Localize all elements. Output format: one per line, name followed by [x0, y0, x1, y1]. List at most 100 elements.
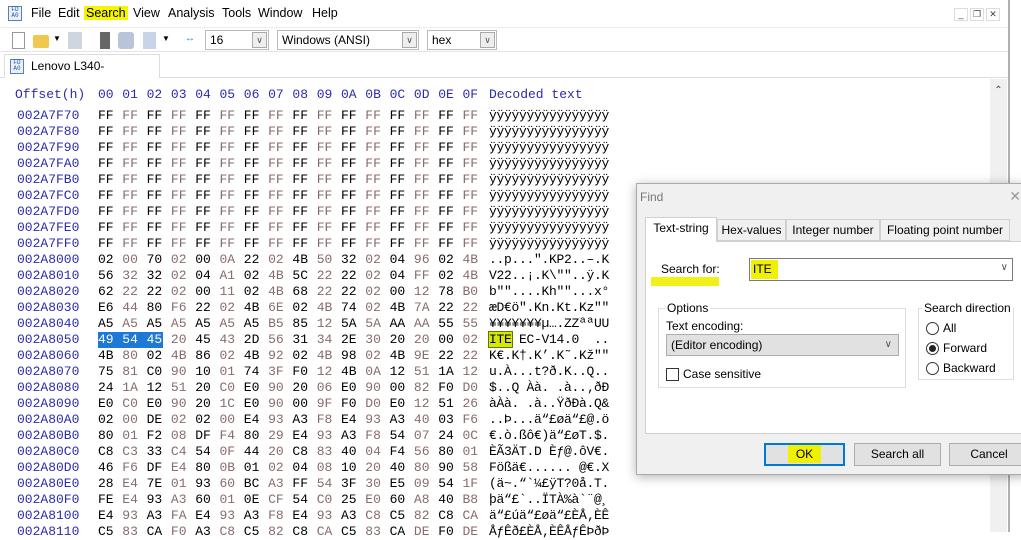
- hex-byte[interactable]: FF: [414, 108, 430, 124]
- hex-byte[interactable]: FF: [317, 188, 333, 204]
- hex-byte[interactable]: 4B: [292, 252, 308, 268]
- hex-byte[interactable]: FF: [98, 156, 114, 172]
- hex-byte[interactable]: 34: [317, 332, 333, 348]
- hex-byte[interactable]: 83: [317, 444, 333, 460]
- hex-byte[interactable]: F0: [438, 524, 454, 540]
- menu-view[interactable]: View: [131, 6, 162, 20]
- hex-byte[interactable]: 80: [98, 428, 114, 444]
- case-sensitive-checkbox[interactable]: [666, 368, 679, 381]
- hex-byte[interactable]: 32: [122, 268, 138, 284]
- hex-byte[interactable]: CF: [268, 492, 284, 508]
- hex-byte[interactable]: 22: [463, 300, 479, 316]
- hex-byte[interactable]: FF: [390, 236, 406, 252]
- hex-byte[interactable]: 20: [171, 332, 187, 348]
- close-icon[interactable]: ✕: [986, 8, 1000, 21]
- hex-byte[interactable]: DE: [147, 412, 163, 428]
- hex-byte[interactable]: FF: [147, 108, 163, 124]
- hex-byte[interactable]: E4: [122, 492, 138, 508]
- hex-byte[interactable]: FF: [292, 220, 308, 236]
- menu-edit[interactable]: Edit: [56, 6, 82, 20]
- hex-byte[interactable]: 56: [268, 332, 284, 348]
- hex-byte[interactable]: 02: [244, 268, 260, 284]
- hex-byte[interactable]: FF: [341, 124, 357, 140]
- decoded-text[interactable]: ITE EC-V14.0 ..: [488, 331, 609, 348]
- hex-byte[interactable]: 02: [365, 268, 381, 284]
- hex-byte[interactable]: 29: [268, 428, 284, 444]
- hex-byte[interactable]: BC: [244, 476, 260, 492]
- hex-byte[interactable]: 02: [171, 252, 187, 268]
- decoded-text[interactable]: K€.K†.K’.K˜.Kž"": [489, 348, 609, 364]
- process-icon[interactable]: [143, 32, 156, 49]
- hex-byte[interactable]: D0: [365, 396, 381, 412]
- hex-byte[interactable]: FF: [438, 124, 454, 140]
- decoded-text[interactable]: ÿÿÿÿÿÿÿÿÿÿÿÿÿÿÿÿ: [489, 124, 609, 140]
- hex-byte[interactable]: 22: [244, 252, 260, 268]
- hex-byte[interactable]: FF: [98, 220, 114, 236]
- hex-byte[interactable]: 00: [122, 412, 138, 428]
- hex-byte[interactable]: 93: [195, 476, 211, 492]
- tab-hex-values[interactable]: Hex-values: [717, 219, 786, 241]
- decoded-text[interactable]: ÿÿÿÿÿÿÿÿÿÿÿÿÿÿÿÿ: [489, 204, 609, 220]
- hex-byte[interactable]: FF: [195, 172, 211, 188]
- hex-byte[interactable]: FF: [341, 236, 357, 252]
- hex-byte[interactable]: 85: [292, 316, 308, 332]
- hex-byte[interactable]: A5: [220, 316, 236, 332]
- hex-byte[interactable]: 6E: [268, 300, 284, 316]
- hex-byte[interactable]: FF: [463, 220, 479, 236]
- hex-byte[interactable]: 02: [268, 252, 284, 268]
- hex-byte[interactable]: 80: [438, 444, 454, 460]
- hex-byte[interactable]: FF: [98, 108, 114, 124]
- decoded-text[interactable]: $..Q Àà. .à..‚ðÐ: [489, 380, 609, 396]
- hex-byte[interactable]: FF: [195, 140, 211, 156]
- hex-byte[interactable]: 01: [122, 428, 138, 444]
- hex-byte[interactable]: 93: [317, 508, 333, 524]
- hex-byte[interactable]: FF: [317, 204, 333, 220]
- hex-byte[interactable]: 44: [244, 444, 260, 460]
- hex-byte[interactable]: FF: [365, 140, 381, 156]
- hex-byte[interactable]: 82: [414, 380, 430, 396]
- cancel-button[interactable]: Cancel: [949, 443, 1021, 466]
- hex-byte[interactable]: FF: [268, 172, 284, 188]
- hex-byte[interactable]: 93: [220, 508, 236, 524]
- hex-byte[interactable]: 3F: [268, 364, 284, 380]
- open-folder-icon[interactable]: [33, 35, 49, 48]
- hex-byte[interactable]: 74: [244, 364, 260, 380]
- hex-byte[interactable]: FF: [390, 156, 406, 172]
- hex-byte[interactable]: 02: [147, 348, 163, 364]
- hex-byte[interactable]: 02: [171, 268, 187, 284]
- hex-byte[interactable]: 02: [171, 284, 187, 300]
- hex-byte[interactable]: FA: [171, 508, 187, 524]
- hex-byte[interactable]: 20: [414, 332, 430, 348]
- menu-window[interactable]: Window: [256, 6, 304, 20]
- hex-byte[interactable]: FF: [122, 220, 138, 236]
- hex-byte[interactable]: FF: [365, 172, 381, 188]
- hex-row[interactable]: 002A8110 C5 83 CA F0 A3 C8 C5 82 C8 CA C5 83 CA DE F0 DE…: [0, 524, 990, 540]
- decoded-text[interactable]: ÿÿÿÿÿÿÿÿÿÿÿÿÿÿÿÿ: [489, 220, 609, 236]
- hex-byte[interactable]: 56: [98, 268, 114, 284]
- hex-byte[interactable]: 12: [147, 380, 163, 396]
- hex-byte[interactable]: 32: [341, 252, 357, 268]
- decoded-text[interactable]: þä“£`..ÏTÀ%à`¨@¸: [489, 492, 609, 508]
- hex-byte[interactable]: A3: [147, 508, 163, 524]
- hex-byte[interactable]: FF: [244, 220, 260, 236]
- hex-byte[interactable]: 02: [292, 300, 308, 316]
- hex-byte[interactable]: FF: [268, 220, 284, 236]
- hex-byte[interactable]: 22: [317, 268, 333, 284]
- hex-byte[interactable]: FF: [220, 140, 236, 156]
- decoded-text[interactable]: ÿÿÿÿÿÿÿÿÿÿÿÿÿÿÿÿ: [489, 156, 609, 172]
- hex-byte[interactable]: 30: [365, 332, 381, 348]
- decoded-text[interactable]: ¥¥¥¥¥¥¥µ….ZZªªUU: [489, 316, 609, 332]
- hex-byte[interactable]: 0F: [220, 444, 236, 460]
- hex-byte[interactable]: 7A: [414, 300, 430, 316]
- hex-byte[interactable]: 20: [195, 396, 211, 412]
- decoded-text[interactable]: ..p...".KP2..–.K: [489, 252, 609, 268]
- hex-byte[interactable]: 2D: [244, 332, 260, 348]
- hex-byte[interactable]: 54: [195, 444, 211, 460]
- hex-byte[interactable]: FF: [390, 124, 406, 140]
- hex-row[interactable]: 002A80F0 FE E4 93 A3 60 01 0E CF 54 C0 25 E0 60 A8 40 B8…: [0, 492, 990, 508]
- direction-all-label[interactable]: All: [943, 321, 956, 335]
- hex-byte[interactable]: 20: [195, 380, 211, 396]
- hex-byte[interactable]: C0: [122, 396, 138, 412]
- hex-byte[interactable]: 12: [463, 364, 479, 380]
- hex-byte[interactable]: 5A: [365, 316, 381, 332]
